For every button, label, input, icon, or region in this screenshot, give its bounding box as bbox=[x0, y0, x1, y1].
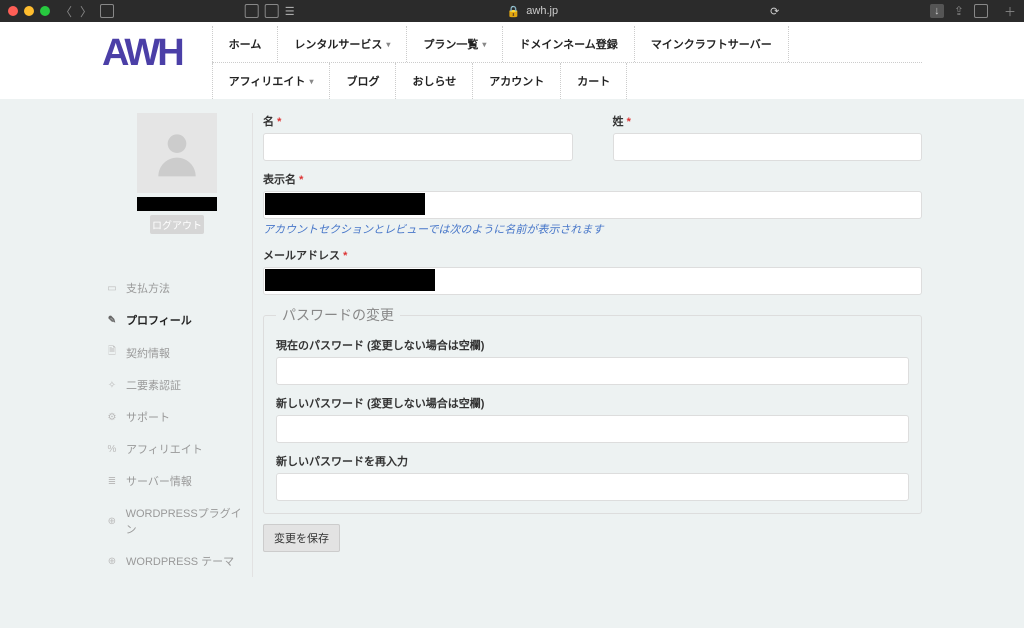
password-change-section: パスワードの変更 現在のパスワード (変更しない場合は空欄) 新しいパスワード … bbox=[263, 305, 922, 514]
nav-ホーム[interactable]: ホーム bbox=[212, 26, 279, 62]
close-window-icon[interactable] bbox=[8, 6, 18, 16]
display-name-helper: アカウントセクションとレビューでは次のように名前が表示されます bbox=[263, 221, 922, 237]
sidebar-item-label: 二要素認証 bbox=[126, 377, 181, 393]
sidebar-item-payment-method[interactable]: ▭ 支払方法 bbox=[102, 272, 252, 304]
user-icon bbox=[149, 125, 205, 181]
avatar bbox=[137, 113, 217, 193]
address-url[interactable]: awh.jp bbox=[526, 5, 558, 17]
current-password-input[interactable] bbox=[276, 357, 909, 385]
lock-icon: 🔒 bbox=[507, 5, 521, 18]
server-info-icon: ≣ bbox=[106, 476, 118, 487]
back-icon[interactable]: 〈 bbox=[60, 3, 72, 20]
sidebar-item-wp-theme[interactable]: ⊕ WORDPRESS テーマ bbox=[102, 545, 252, 577]
current-password-label: 現在のパスワード (変更しない場合は空欄) bbox=[276, 337, 909, 353]
site-logo[interactable]: AWH bbox=[102, 26, 212, 75]
nav-おしらせ[interactable]: おしらせ bbox=[396, 63, 473, 99]
email-redacted bbox=[265, 269, 435, 291]
nav-アフィリエイト[interactable]: アフィリエイト▾ bbox=[212, 63, 331, 99]
wp-plugin-icon: ⊕ bbox=[106, 516, 118, 527]
chevron-down-icon: ▾ bbox=[386, 40, 390, 49]
shield-icon[interactable] bbox=[245, 4, 259, 18]
sidebar-item-label: WORDPRESSプラグイン bbox=[126, 505, 248, 537]
sidebar-item-affiliate[interactable]: % アフィリエイト bbox=[102, 433, 252, 465]
sidebar-item-label: 契約情報 bbox=[126, 345, 170, 361]
nav-マインクラフトサーバー[interactable]: マインクラフトサーバー bbox=[635, 26, 789, 62]
payment-method-icon: ▭ bbox=[106, 283, 118, 294]
sidebar-item-label: 支払方法 bbox=[126, 280, 170, 296]
two-factor-auth-icon: ✧ bbox=[106, 380, 118, 391]
minimize-window-icon[interactable] bbox=[24, 6, 34, 16]
nav-ドメインネーム登録[interactable]: ドメインネーム登録 bbox=[503, 26, 634, 62]
display-name-redacted bbox=[265, 193, 425, 215]
sidebar-item-profile[interactable]: ✎ プロフィール bbox=[102, 304, 252, 336]
sidebar-item-two-factor-auth[interactable]: ✧ 二要素認証 bbox=[102, 369, 252, 401]
sidebar-item-contract-info[interactable]: 🗎 契約情報 bbox=[102, 336, 252, 369]
forward-icon[interactable]: 〉 bbox=[80, 3, 92, 20]
nav-レンタルサービス[interactable]: レンタルサービス▾ bbox=[278, 26, 407, 62]
sidebar-item-server-info[interactable]: ≣ サーバー情報 bbox=[102, 465, 252, 497]
first-name-input[interactable] bbox=[263, 133, 573, 161]
username-redacted bbox=[137, 197, 217, 211]
tabs-icon[interactable] bbox=[974, 4, 988, 18]
password-section-title: パスワードの変更 bbox=[276, 305, 400, 325]
support-icon: ⚙ bbox=[106, 412, 118, 423]
chevron-down-icon: ▾ bbox=[482, 40, 486, 49]
new-password-input[interactable] bbox=[276, 415, 909, 443]
maximize-window-icon[interactable] bbox=[40, 6, 50, 16]
nav-アカウント[interactable]: アカウント bbox=[473, 63, 561, 99]
browser-chrome: 〈 〉 ☰ 🔒 awh.jp ⟳ ↓ ⇪ ＋ bbox=[0, 0, 1024, 22]
affiliate-icon: % bbox=[106, 444, 118, 455]
sidebar-item-wp-plugin[interactable]: ⊕ WORDPRESSプラグイン bbox=[102, 497, 252, 545]
sidebar-item-label: WORDPRESS テーマ bbox=[126, 553, 234, 569]
nav-カート[interactable]: カート bbox=[561, 63, 627, 99]
save-button[interactable]: 変更を保存 bbox=[263, 524, 340, 552]
nav-ブログ[interactable]: ブログ bbox=[330, 63, 396, 99]
nav-プラン一覧[interactable]: プラン一覧▾ bbox=[407, 26, 503, 62]
new-tab-icon[interactable]: ＋ bbox=[1004, 3, 1016, 20]
sidebar-item-label: サーバー情報 bbox=[126, 473, 192, 489]
sidebar-item-label: サポート bbox=[126, 409, 170, 425]
last-name-input[interactable] bbox=[613, 133, 923, 161]
text-size-icon[interactable]: ☰ bbox=[285, 5, 295, 18]
email-label: メールアドレス * bbox=[263, 247, 922, 263]
reload-icon[interactable]: ⟳ bbox=[770, 5, 779, 18]
contract-info-icon: 🗎 bbox=[106, 344, 118, 361]
display-name-label: 表示名 * bbox=[263, 171, 922, 187]
first-name-label: 名 * bbox=[263, 113, 573, 129]
share-icon[interactable]: ⇪ bbox=[954, 4, 964, 18]
download-icon[interactable]: ↓ bbox=[930, 4, 944, 18]
reader-icon[interactable] bbox=[265, 4, 279, 18]
profile-icon: ✎ bbox=[106, 315, 118, 326]
sidebar-item-label: プロフィール bbox=[126, 312, 192, 328]
site-header: AWH ホームレンタルサービス▾プラン一覧▾ドメインネーム登録マインクラフトサー… bbox=[0, 22, 1024, 99]
new-password-label: 新しいパスワード (変更しない場合は空欄) bbox=[276, 395, 909, 411]
last-name-label: 姓 * bbox=[613, 113, 923, 129]
sidebar-toggle-icon[interactable] bbox=[100, 4, 114, 18]
sidebar-item-label: アフィリエイト bbox=[126, 441, 203, 457]
confirm-password-input[interactable] bbox=[276, 473, 909, 501]
confirm-password-label: 新しいパスワードを再入力 bbox=[276, 453, 909, 469]
chevron-down-icon: ▾ bbox=[309, 77, 313, 86]
logout-button[interactable]: ログアウト bbox=[150, 215, 204, 234]
wp-theme-icon: ⊕ bbox=[106, 556, 118, 567]
sidebar-item-support[interactable]: ⚙ サポート bbox=[102, 401, 252, 433]
